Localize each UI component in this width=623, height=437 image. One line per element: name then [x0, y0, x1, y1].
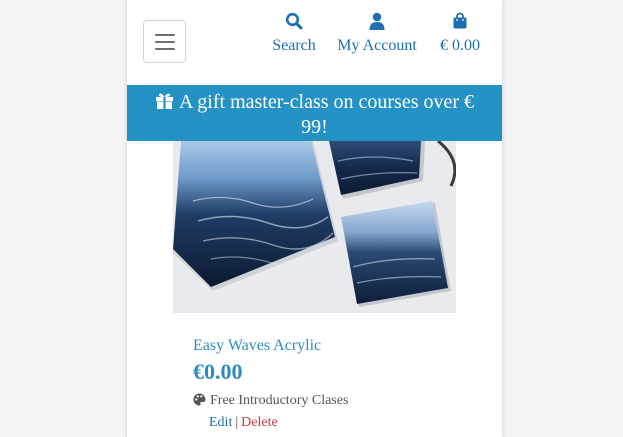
shopping-bag-link[interactable]: € 0.00 — [432, 12, 488, 55]
product-image[interactable] — [173, 141, 456, 313]
product-actions: Edit | Delete — [209, 414, 278, 432]
product-category-link[interactable]: Free Introductory Clases — [193, 392, 348, 410]
my-account-link[interactable]: My Account — [332, 12, 422, 55]
shopping-bag-icon — [432, 12, 488, 32]
promo-banner-text: A gift master-class on courses over € 99… — [178, 91, 475, 138]
user-icon — [332, 12, 422, 32]
promo-banner: A gift master-class on courses over € 99… — [127, 85, 502, 141]
category-label: Free Introductory Clases — [210, 393, 349, 408]
palette-icon — [193, 393, 206, 406]
search-icon — [266, 12, 322, 32]
my-account-label: My Account — [337, 37, 417, 54]
actions-separator: | — [235, 415, 239, 430]
page-container: Search My Account € 0.00 A gift master-c… — [127, 0, 502, 437]
delete-link[interactable]: Delete — [241, 415, 278, 430]
search-label: Search — [272, 37, 316, 54]
edit-link[interactable]: Edit — [209, 415, 232, 430]
product-price: €0.00 — [193, 359, 243, 384]
search-link[interactable]: Search — [266, 12, 322, 55]
gift-icon — [155, 93, 173, 109]
bag-total: € 0.00 — [440, 37, 480, 54]
menu-toggle-button[interactable] — [143, 20, 186, 63]
waves-painting-image — [173, 141, 456, 313]
product-title-link[interactable]: Easy Waves Acrylic — [193, 336, 321, 356]
